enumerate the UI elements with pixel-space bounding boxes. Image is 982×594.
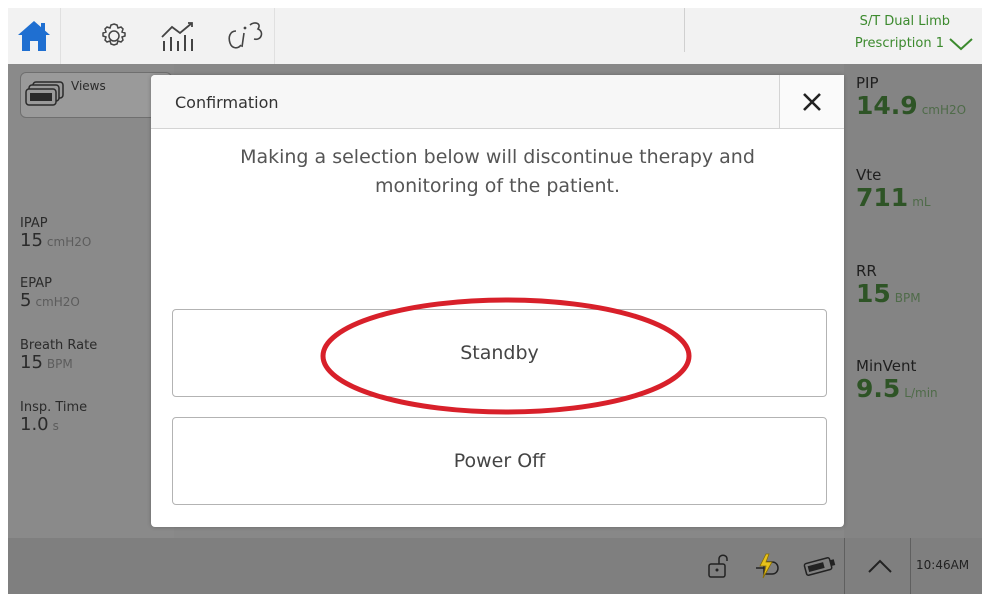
setting-breath-rate: Breath Rate 15 BPM [20,339,97,374]
lock-button[interactable] [700,538,736,594]
setting-unit: cmH2O [46,235,92,249]
battery-indicator [800,538,840,594]
trends-icon [161,22,193,51]
monitor-label: RR [856,262,877,280]
monitor-rr: RR 15 BPM [856,262,921,312]
monitor-unit: mL [912,195,931,209]
ci-icon [228,22,263,49]
monitor-value: 14.9 [856,91,918,120]
monitor-unit: L/min [904,386,938,400]
monitor-unit: BPM [894,291,921,305]
monitor-label: MinVent [856,357,917,375]
monitor-pip: PIP 14.9 cmH2O [856,74,966,124]
setting-unit: BPM [46,357,73,371]
setting-unit: cmH2O [35,295,80,309]
setting-epap: EPAP 5 cmH2O [20,277,80,312]
settings-button[interactable] [86,8,142,64]
power-plug-icon [756,553,779,579]
chevron-up-icon [868,559,892,573]
chevron-down-icon [949,37,973,50]
statusbar-divider [910,538,911,594]
trends-button[interactable] [150,8,206,64]
dialog-message: Making a selection below will discontinu… [240,146,755,197]
topbar-divider [684,8,685,52]
setting-insp-time: Insp. Time 1.0 s [20,401,87,436]
setting-label: Insp. Time [20,400,88,415]
close-button[interactable] [779,75,844,128]
ac-power-indicator [752,538,782,594]
setting-ipap: IPAP 15 cmH2O [20,217,91,252]
expand-button[interactable] [852,538,908,594]
setting-value: 5 [20,290,32,311]
setting-value: 1.0 [20,414,49,435]
monitor-value: 15 [856,279,891,308]
clock: 10:46AM [916,558,970,572]
home-button[interactable] [8,8,61,64]
setting-label: IPAP [20,216,48,231]
lock-icon [708,554,728,578]
views-button[interactable]: Views [20,72,172,118]
home-icon [18,21,50,51]
monitor-unit: cmH2O [921,103,967,117]
monitor-minvent: MinVent 9.5 L/min [856,357,938,407]
monitor-value: 9.5 [856,374,901,403]
standby-button[interactable]: Standby [172,309,827,397]
setting-unit: s [52,419,59,433]
monitor-label: PIP [856,74,879,92]
dialog-header: Confirmation [151,75,844,129]
views-icon [25,81,64,106]
setting-label: EPAP [20,276,52,291]
ci-button[interactable] [218,8,275,64]
monitor-value: 711 [856,183,909,212]
power-off-button[interactable]: Power Off [172,417,827,505]
prescription-label: Prescription 1 [854,36,944,51]
prescription-selector[interactable]: Prescription 1 [855,36,974,51]
statusbar-divider [844,538,845,594]
setting-label: Breath Rate [20,338,98,353]
setting-value: 15 [20,352,43,373]
close-icon [803,92,821,111]
setting-value: 15 [20,230,43,251]
dialog-title: Confirmation [175,93,279,112]
monitor-label: Vte [856,166,882,184]
ventilation-mode: S/T Dual Limb [859,14,950,29]
views-label: Views [71,79,106,93]
confirmation-dialog: Confirmation Making a selection below wi… [151,75,844,527]
monitor-vte: Vte 711 mL [856,166,931,216]
battery-icon [803,557,836,576]
settings-icon [102,23,126,46]
